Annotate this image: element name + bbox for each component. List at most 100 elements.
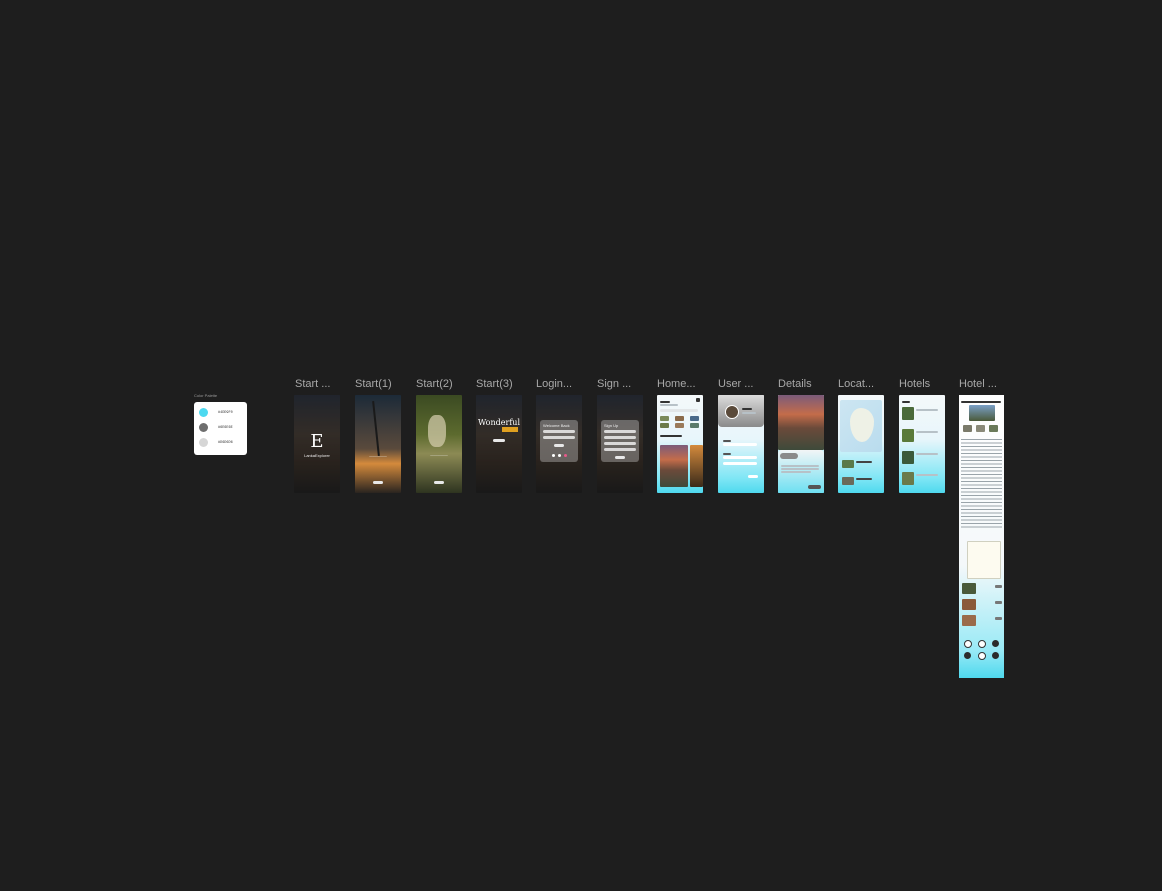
- hotel-thumbnail[interactable]: [902, 407, 914, 420]
- destination-card[interactable]: [660, 445, 688, 487]
- confirm-field[interactable]: [604, 448, 636, 451]
- reserve-button[interactable]: [995, 585, 1002, 588]
- palette-title: Color Palette: [194, 393, 218, 398]
- frame-signup[interactable]: Sign Up: [597, 395, 643, 493]
- profile-field[interactable]: [723, 443, 757, 446]
- frame-start[interactable]: E LankaExplorer: [294, 395, 340, 493]
- category-chip[interactable]: [690, 423, 699, 428]
- frame-start-1[interactable]: ―――――: [355, 395, 401, 493]
- frame-start-2[interactable]: ―――――: [416, 395, 462, 493]
- room-thumb[interactable]: [962, 615, 976, 626]
- hotel-thumbnail[interactable]: [902, 451, 914, 464]
- password-field[interactable]: [604, 442, 636, 445]
- hotel-title-line: [961, 401, 1001, 403]
- frame-user[interactable]: [718, 395, 764, 493]
- name-field[interactable]: [604, 430, 636, 433]
- frame-login[interactable]: Welcome Back: [536, 395, 582, 493]
- category-chip[interactable]: [660, 416, 669, 421]
- frame-start-3[interactable]: Wonderful: [476, 395, 522, 493]
- frame-label-login[interactable]: Login...: [536, 378, 572, 390]
- subtitle-line: [660, 404, 678, 406]
- room-thumb[interactable]: [962, 583, 976, 594]
- signup-form: Sign Up: [601, 420, 639, 462]
- frame-label-user[interactable]: User ...: [718, 378, 753, 390]
- swatch-label: #6E6E6E: [218, 425, 233, 430]
- frame-label-home[interactable]: Home...: [657, 378, 696, 390]
- user-email-line: [742, 412, 756, 414]
- swatch-row-gray: #6E6E6E: [199, 423, 233, 432]
- frame-home[interactable]: [657, 395, 703, 493]
- search-input[interactable]: [660, 409, 698, 412]
- category-chip[interactable]: [675, 416, 684, 421]
- design-canvas[interactable]: Color Palette #4DD9F0 #6E6E6E #D6D6D6 St…: [0, 0, 1162, 891]
- hero-photo: [778, 395, 824, 450]
- swatch-label: #4DD9F0: [218, 410, 233, 415]
- room-thumb[interactable]: [962, 599, 976, 610]
- next-button[interactable]: [373, 481, 383, 484]
- book-button[interactable]: [808, 485, 821, 489]
- frame-hotel-detail[interactable]: [959, 395, 1004, 678]
- email-field[interactable]: [604, 436, 636, 439]
- description-line: [781, 468, 819, 470]
- color-palette-card[interactable]: #4DD9F0 #6E6E6E #D6D6D6: [194, 402, 247, 455]
- frame-label-details[interactable]: Details: [778, 378, 812, 390]
- user-name-line: [742, 408, 752, 410]
- reserve-button[interactable]: [995, 601, 1002, 604]
- swatch-label: #D6D6D6: [218, 440, 233, 445]
- avatar-icon[interactable]: [696, 398, 700, 402]
- restaurant-icon: [964, 652, 971, 659]
- sri-lanka-flag-icon: [502, 427, 518, 432]
- facebook-icon[interactable]: [558, 454, 561, 457]
- screen-title-line: [902, 401, 910, 403]
- hotel-name-line: [916, 453, 938, 455]
- pool-icon: [992, 640, 999, 647]
- frame-label-start-2[interactable]: Start(2): [416, 378, 453, 390]
- place-thumbnail[interactable]: [842, 477, 854, 485]
- gallery-thumb[interactable]: [963, 425, 972, 432]
- google-icon[interactable]: [552, 454, 555, 457]
- category-chip[interactable]: [660, 423, 669, 428]
- destination-card[interactable]: [690, 445, 703, 487]
- hotel-thumbnail[interactable]: [902, 429, 914, 442]
- frame-label-hotels[interactable]: Hotels: [899, 378, 930, 390]
- gallery-thumb[interactable]: [976, 425, 985, 432]
- signup-button[interactable]: [615, 456, 625, 459]
- get-started-button[interactable]: [493, 439, 505, 442]
- frame-label-location[interactable]: Locat...: [838, 378, 874, 390]
- hotel-name-line: [916, 409, 938, 411]
- hotel-thumbnail[interactable]: [902, 472, 914, 485]
- frame-label-start-3[interactable]: Start(3): [476, 378, 513, 390]
- profile-field[interactable]: [723, 462, 757, 465]
- form-title: Sign Up: [604, 423, 619, 428]
- category-chip[interactable]: [690, 416, 699, 421]
- room-table: [967, 541, 1001, 579]
- save-button[interactable]: [748, 475, 758, 478]
- place-thumbnail[interactable]: [842, 460, 854, 468]
- place-name-line: [856, 461, 872, 463]
- email-field[interactable]: [543, 430, 575, 433]
- login-button[interactable]: [554, 444, 564, 447]
- description-line: [781, 465, 819, 467]
- reserve-button[interactable]: [995, 617, 1002, 620]
- swatch-light: [199, 438, 208, 447]
- gym-icon: [992, 652, 999, 659]
- instagram-icon[interactable]: [564, 454, 567, 457]
- next-button[interactable]: [434, 481, 444, 484]
- frame-label-start[interactable]: Start ...: [295, 378, 330, 390]
- swatch-gray: [199, 423, 208, 432]
- frame-hotels[interactable]: [899, 395, 945, 493]
- category-chip[interactable]: [675, 423, 684, 428]
- map-view[interactable]: [840, 400, 882, 452]
- frame-label-sign[interactable]: Sign ...: [597, 378, 631, 390]
- caption-line: ―――――: [430, 453, 448, 457]
- frame-location[interactable]: [838, 395, 884, 493]
- frame-details[interactable]: [778, 395, 824, 493]
- password-field[interactable]: [543, 436, 575, 439]
- hotel-hero-photo: [969, 405, 995, 421]
- avatar[interactable]: [725, 405, 739, 419]
- frame-label-hotel[interactable]: Hotel ...: [959, 378, 997, 390]
- frame-label-start-1[interactable]: Start(1): [355, 378, 392, 390]
- wifi-icon: [964, 640, 972, 648]
- gallery-thumb[interactable]: [989, 425, 998, 432]
- profile-field[interactable]: [723, 456, 757, 459]
